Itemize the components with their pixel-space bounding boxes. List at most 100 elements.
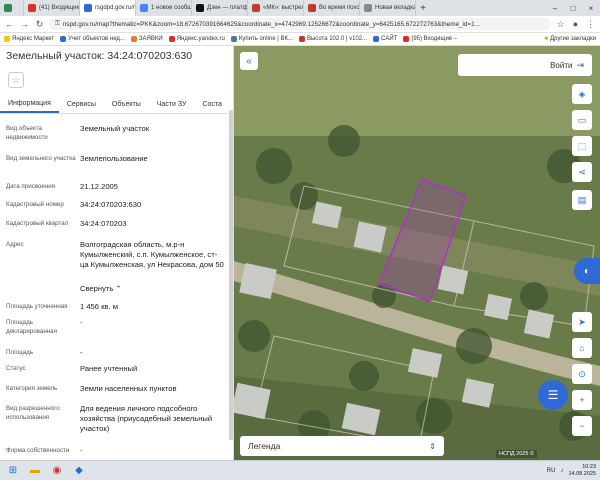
new-tab-button[interactable]: + [416,0,430,16]
forward-icon[interactable]: → [19,19,30,29]
chevron-updown-icon: ⇕ [429,441,436,451]
info-key: Дата присвоения [6,183,56,190]
legend-dropdown[interactable]: Легенда ⇕ [240,436,444,456]
tab-favicon-icon [364,4,372,12]
info-value: 34:24:070203:630 [80,200,142,209]
system-tray: RU ♪ 10:23 14.08.2025 [547,464,596,478]
language-indicator[interactable]: RU [547,468,556,474]
bookmark-item[interactable]: Высота 102.0 | v102... [298,36,368,42]
bookmark-label: Яндекс Маркет [12,36,55,42]
locate-icon[interactable]: ➤ [572,312,592,332]
bookmark-label: Яндекс.yandex.ru [176,36,225,42]
volume-icon[interactable]: ♪ [560,468,563,474]
start-icon[interactable]: ⊞ [4,463,22,479]
bookmark-favicon-icon [373,36,380,42]
favorite-star-icon[interactable]: ☆ [8,72,24,88]
bookmark-star-icon[interactable]: ☆ [555,19,566,30]
map-view[interactable]: « Войти ⇥ ◈ ▭ ⬚ ⋖ ▤ ➤ ⌂ ⊙ + − ◐ ☰ Легенд… [234,46,600,460]
chat-button[interactable]: ☰ [538,380,568,410]
select-area-icon[interactable]: ⬚ [572,136,592,156]
collapse-link[interactable]: Свернуть ⌃ [80,284,224,294]
bookmark-item[interactable]: Купить online | ВК... [230,36,293,42]
bookmark-item[interactable]: Яндекс Маркет [4,36,54,42]
bookmark-item[interactable]: Учет объектов нед... [60,36,125,42]
lock-icon: ⚿ [55,20,60,27]
collapse-panel-button[interactable]: « [240,52,258,70]
chrome-icon[interactable]: ◉ [48,463,66,479]
browser-tabbar: (41) Входящие×rsgdpd.gov.ru/map×1 новое … [0,0,600,16]
browser-tab[interactable]: Новая вкладка× [360,0,416,16]
bookmark-label: Высота 102.0 | v102... [306,36,368,42]
info-tab[interactable]: Информация [0,96,59,113]
bookmark-label: (95) Входящие – [411,36,458,42]
bookmark-label: Учет объектов нед... [68,36,125,42]
url-field[interactable]: ⚿ nspd.gov.ru/map?thematic=PKK&zoom=18.6… [49,18,551,30]
layers-icon[interactable]: ◈ [572,84,592,104]
side-widget-icon[interactable]: ◐ [574,258,600,284]
clock[interactable]: 10:23 14.08.2025 [568,464,596,478]
info-key: Форма собственности [6,447,70,454]
close-window-icon[interactable]: × [582,0,600,16]
browser-tab[interactable] [0,0,24,16]
info-tab[interactable]: Объекты [104,96,149,113]
tab-favicon-icon [4,4,12,12]
login-icon: ⇥ [576,59,584,70]
tab-favicon-icon [28,4,36,12]
info-value: 1 456 кв. м [80,302,118,311]
info-key: Статус [6,365,26,372]
info-key: Площадь декларированная [6,319,57,335]
bookmark-label: САЙТ [381,36,398,42]
info-key: Площадь уточненная [6,303,68,310]
zoom-in-icon[interactable]: + [572,390,592,410]
profile-icon[interactable]: ● [570,19,581,29]
explorer-icon[interactable]: ▬ [26,463,44,479]
info-value: Ранее учтенный [80,364,138,373]
share-icon[interactable]: ⋖ [572,162,592,182]
login-button[interactable]: Войти ⇥ [458,54,592,76]
info-tab[interactable]: Части ЗУ [149,96,195,113]
bookmark-item[interactable]: ЗАЯВКИ [130,36,163,42]
app-icon[interactable]: ◆ [70,463,88,479]
zoom-out-icon[interactable]: − [572,416,592,436]
info-value: Земельный участок [80,124,150,133]
bookmark-item[interactable]: САЙТ [373,36,397,42]
info-key: Категория земель [6,385,58,392]
object-info-panel: Земельный участок: 34:24:070203:630 ☆ Ин… [0,46,234,460]
panel-title: Земельный участок: 34:24:070203:630 [6,50,193,62]
bookmark-label: ЗАЯВКИ [138,36,163,42]
info-tab[interactable]: Сервисы [59,96,104,113]
back-icon[interactable]: ← [4,19,15,29]
tab-label: 1 новое сообщ [151,5,192,11]
map-copyright: НСПД 2025 © [496,450,537,458]
reload-icon[interactable]: ↻ [34,19,45,30]
minimize-icon[interactable]: – [546,0,564,16]
browser-tab[interactable]: 1 новое сообщ× [136,0,192,16]
tab-label: «МК»: выстрел [263,5,304,11]
browser-tab[interactable]: «МК»: выстрел× [248,0,304,16]
folder-icon: ■ [544,36,549,42]
search-location-icon[interactable]: ⊙ [572,364,592,384]
browser-tab[interactable]: Дзен — платф× [192,0,248,16]
bookmarks-bar: Яндекс Маркет Учет объектов нед... ЗАЯВКИ Я… [0,33,600,46]
ruler-icon[interactable]: ▭ [572,110,592,130]
panel-scrollbar[interactable] [229,110,233,440]
tab-label: (41) Входящие [39,5,80,11]
other-bookmarks[interactable]: ■ Другие закладки [544,36,596,42]
tab-label: Новая вкладка [375,5,416,11]
info-tab[interactable]: Соста [194,96,229,113]
browser-tab[interactable]: (41) Входящие× [24,0,80,16]
browser-tab[interactable]: rsgdpd.gov.ru/map× [80,0,136,16]
maximize-icon[interactable]: □ [564,0,582,16]
tab-favicon-icon [84,4,92,12]
print-icon[interactable]: ▤ [572,190,592,210]
browser-tab[interactable]: Во время похор× [304,0,360,16]
bookmark-item[interactable]: Яндекс.yandex.ru [168,36,225,42]
info-value: Волгоградская область, м.р-н Кумылженски… [80,240,224,269]
tab-favicon-icon [140,4,148,12]
home-icon[interactable]: ⌂ [572,338,592,358]
menu-icon[interactable]: ⋮ [585,19,596,30]
info-key: Вид земельного участка [6,155,76,162]
bookmark-item[interactable]: (95) Входящие – [403,36,457,42]
info-key: Кадастровый номер [6,201,64,208]
bookmark-label: Купить online | ВК... [238,36,293,42]
